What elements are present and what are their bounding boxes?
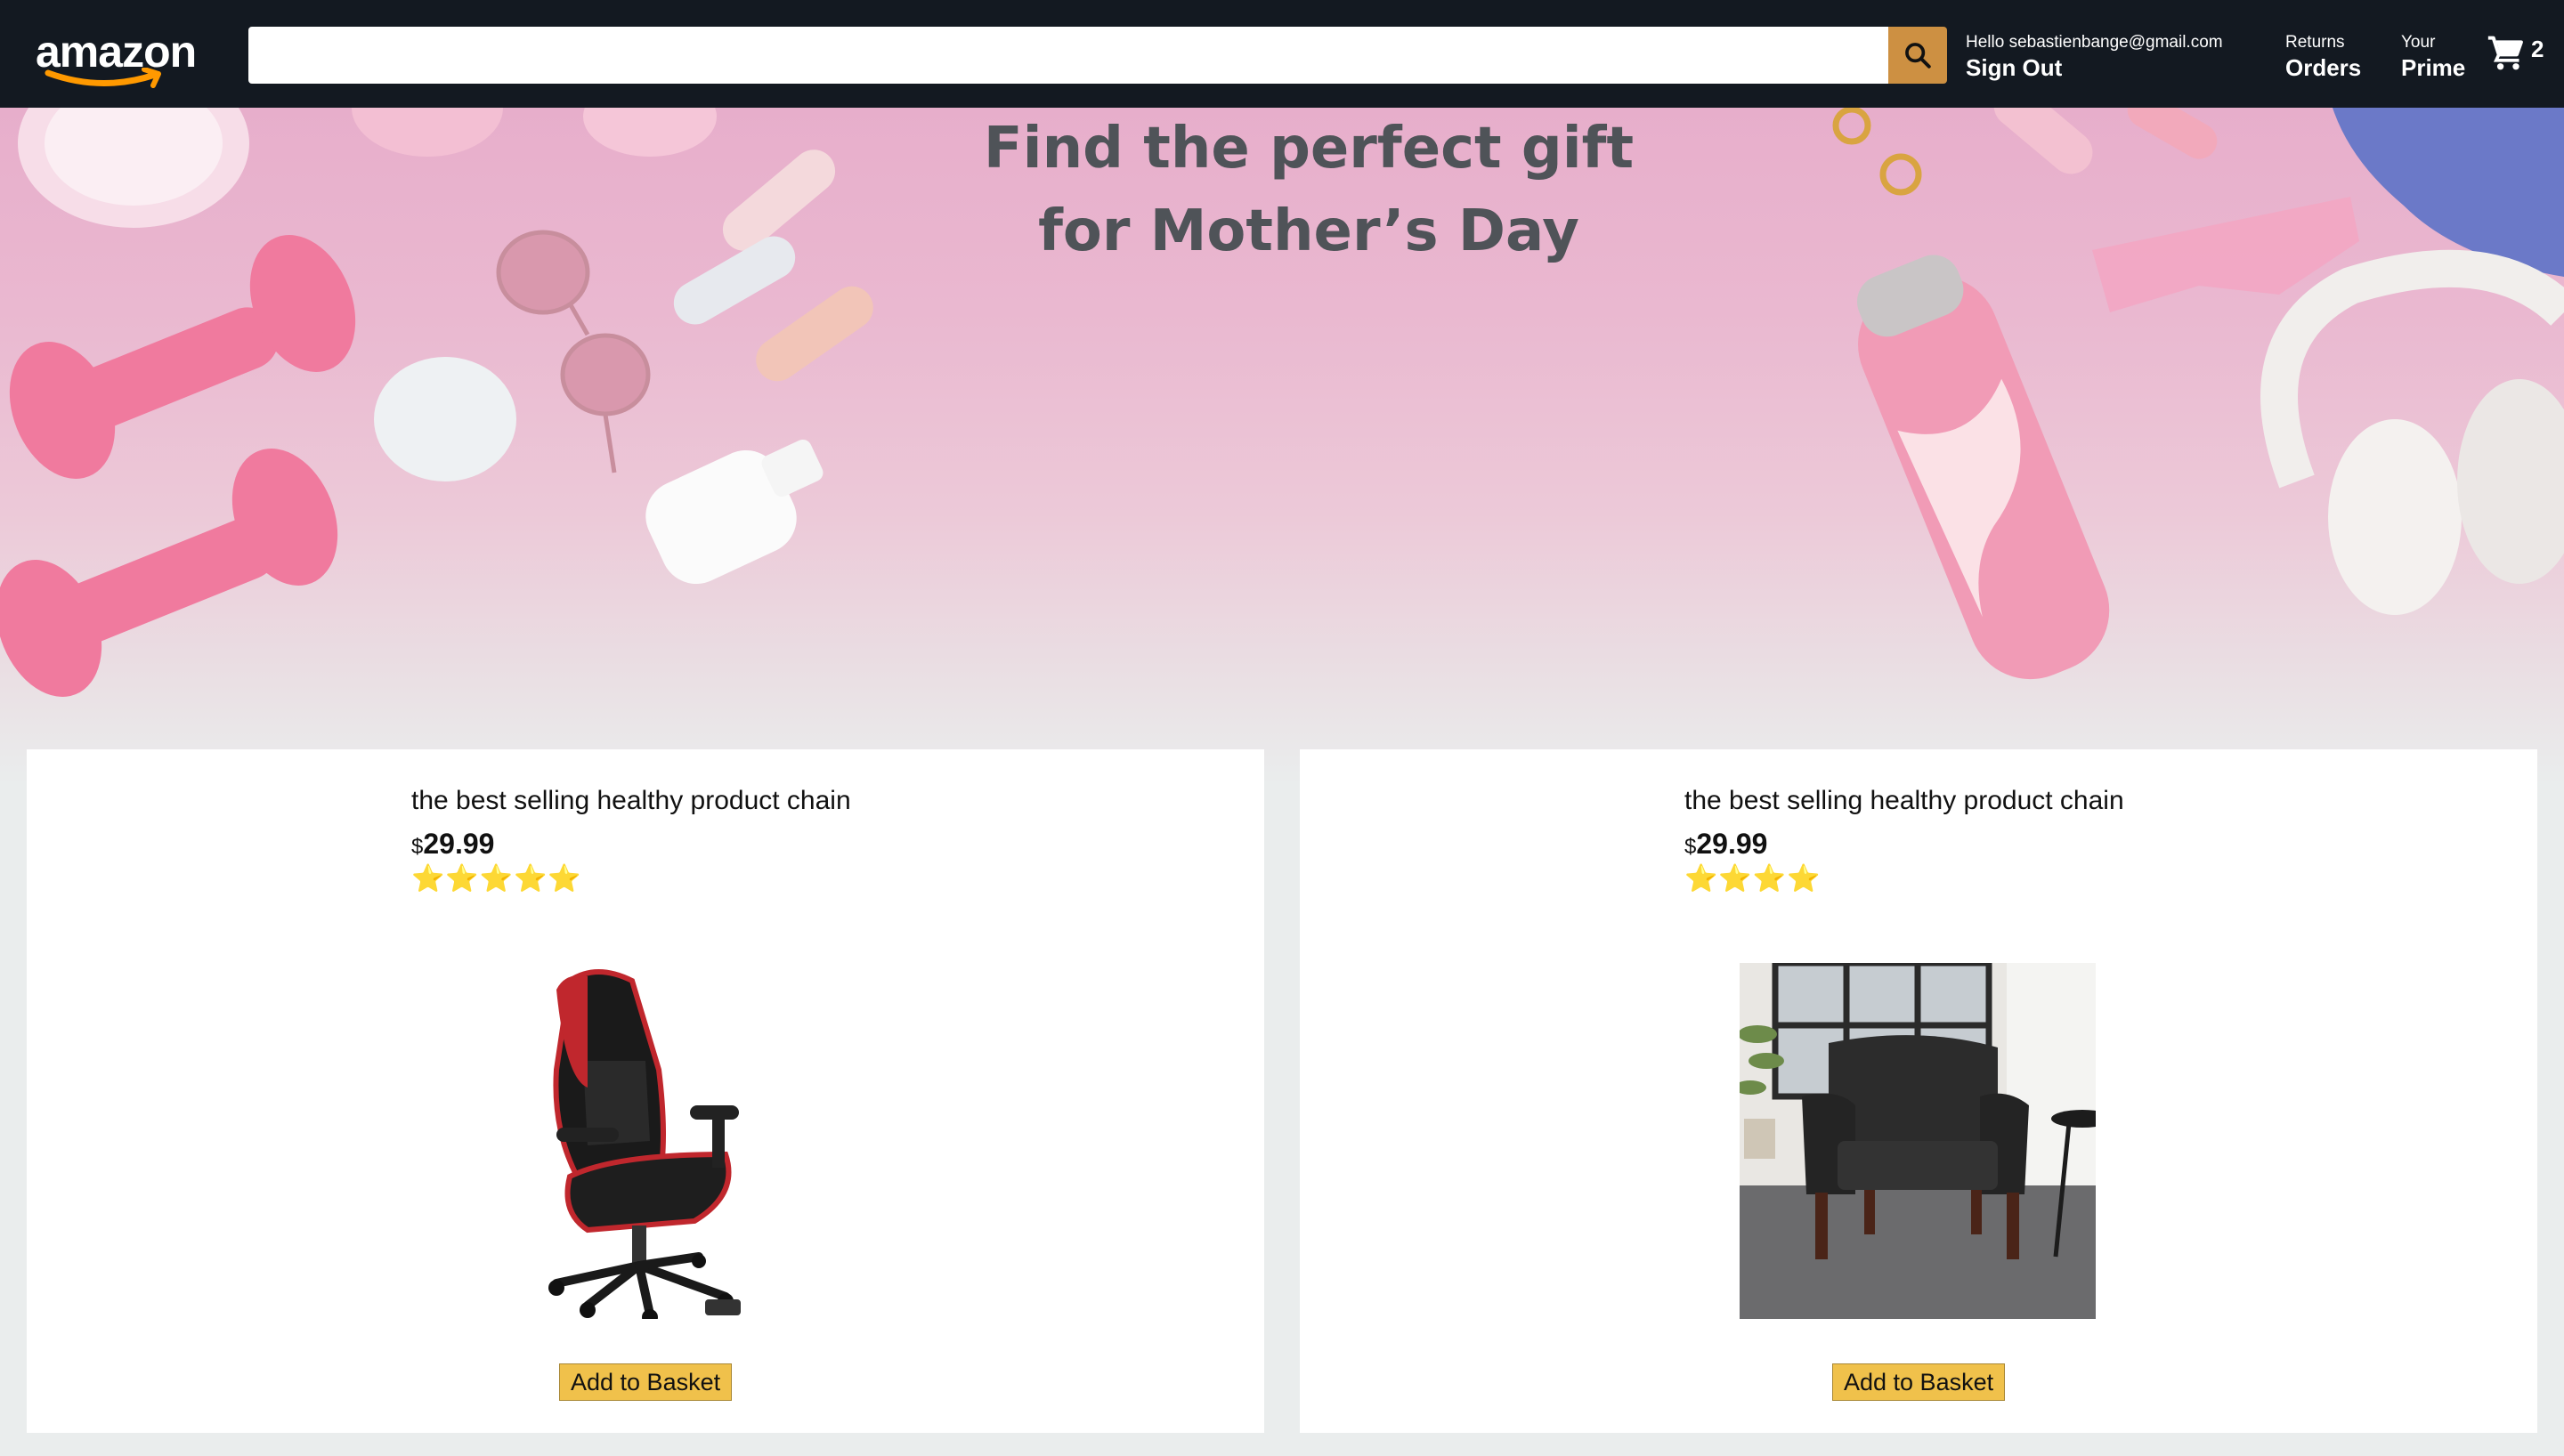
sign-out-label: Sign Out <box>1966 54 2063 81</box>
search-input[interactable] <box>248 27 1888 84</box>
price-currency: $ <box>411 835 424 859</box>
add-to-basket-button[interactable]: Add to Basket <box>1832 1363 2006 1401</box>
product-price: $29.99 <box>1684 828 2124 861</box>
armchair-image <box>1740 963 2096 1319</box>
star-rating: ⭐⭐⭐⭐ <box>1684 864 1822 894</box>
hero-title-line-1: Find the perfect gift <box>983 116 1635 182</box>
hero-title-line-2: for Mother’s Day <box>1038 198 1579 264</box>
logo-smile-icon <box>45 68 161 88</box>
hero-title: Find the perfect gift for Mother’s Day <box>890 108 1727 273</box>
price-value: 29.99 <box>423 828 495 860</box>
returns-orders-link[interactable]: Returns Orders <box>2285 32 2361 82</box>
basket-count: 2 <box>2531 35 2544 62</box>
product-card: the best selling healthy product chain $… <box>1300 749 2537 1433</box>
product-card: the best selling healthy product chain $… <box>27 749 1264 1433</box>
amazon-logo[interactable]: amazon <box>34 25 216 93</box>
search-bar <box>248 27 1947 84</box>
orders-label: Orders <box>2285 54 2362 81</box>
returns-label: Returns <box>2285 33 2345 52</box>
price-currency: $ <box>1684 835 1697 859</box>
gaming-chair-image <box>548 969 741 1319</box>
product-info: the best selling healthy product chain $… <box>1684 785 2124 894</box>
your-label: Your <box>2401 33 2436 52</box>
add-to-basket-button[interactable]: Add to Basket <box>559 1363 733 1401</box>
user-greeting: Hello sebastienbange@gmail.com <box>1966 33 2223 52</box>
product-info: the best selling healthy product chain $… <box>411 785 851 894</box>
search-button[interactable] <box>1888 27 1947 84</box>
prime-label: Prime <box>2401 54 2466 81</box>
top-nav-bar: amazon Hello sebastienbange@gmail.com Si… <box>0 0 2564 108</box>
product-title: the best selling healthy product chain <box>1684 786 2124 815</box>
product-price: $29.99 <box>411 828 851 861</box>
account-sign-out[interactable]: Hello sebastienbange@gmail.com Sign Out <box>1966 32 2223 82</box>
basket-button[interactable]: 2 <box>2487 32 2544 77</box>
your-prime-link[interactable]: Your Prime <box>2401 32 2465 82</box>
search-icon <box>1905 43 1931 69</box>
shopping-cart-icon <box>2487 36 2523 70</box>
star-rating: ⭐⭐⭐⭐⭐ <box>411 864 582 894</box>
product-title: the best selling healthy product chain <box>411 786 851 815</box>
hero-banner: Find the perfect gift for Mother’s Day <box>0 108 2564 784</box>
price-value: 29.99 <box>1696 828 1768 860</box>
